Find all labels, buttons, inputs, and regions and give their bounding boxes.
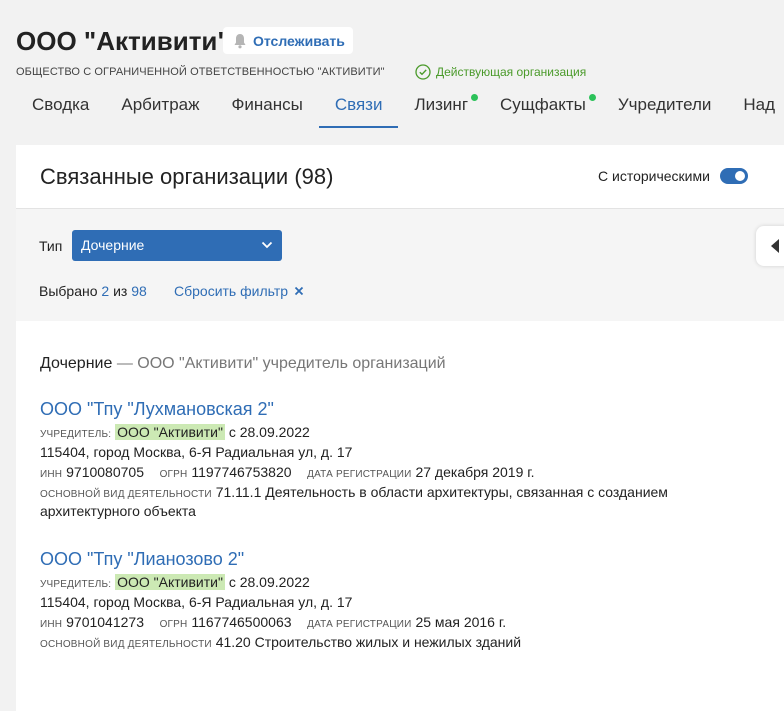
founder-since: с 28.09.2022 bbox=[228, 424, 310, 440]
reset-filter-label: Сбросить фильтр bbox=[174, 283, 289, 299]
activity-value: 41.20 Строительство жилых и нежилых здан… bbox=[215, 634, 522, 650]
selected-count: 2 bbox=[101, 283, 110, 299]
reg-date: 27 декабря 2019 г. bbox=[415, 464, 535, 480]
inn-value: 9710080705 bbox=[66, 464, 144, 480]
section-description: Дочерние — ООО "Активити" учредитель орг… bbox=[40, 355, 446, 373]
status-text: Действующая организация bbox=[436, 65, 587, 79]
activity-caption: основной вид деятельности bbox=[40, 639, 212, 650]
filter-bar: Тип Дочерние Выбрано 2 из 98 Сбросить фи… bbox=[16, 209, 784, 321]
activity-caption: основной вид деятельности bbox=[40, 489, 212, 500]
tab-connections[interactable]: Связи bbox=[318, 84, 399, 128]
bell-icon bbox=[234, 33, 246, 48]
type-select[interactable]: Дочерние bbox=[72, 230, 282, 261]
address: 115404, город Москва, 6-Я Радиальная ул,… bbox=[40, 594, 353, 610]
founder-caption: учредитель: bbox=[40, 579, 112, 590]
status-badge: Действующая организация bbox=[415, 64, 586, 80]
activity-line: основной вид деятельности 41.20 Строител… bbox=[40, 634, 740, 653]
ogrn-caption: огрн bbox=[159, 619, 188, 630]
address: 115404, город Москва, 6-Я Радиальная ул,… bbox=[40, 444, 353, 460]
new-indicator-dot bbox=[588, 94, 596, 101]
list-item: ООО "Тпу "Лухмановская 2" учредитель: ОО… bbox=[40, 399, 740, 520]
tab-summary[interactable]: Сводка bbox=[16, 84, 105, 128]
reg-date: 25 мая 2016 г. bbox=[415, 614, 507, 630]
page-title: ООО "Активити" bbox=[16, 26, 230, 56]
related-orgs-panel: Связанные организации (98) С исторически… bbox=[16, 145, 784, 711]
registry-line: инн 9710080705 огрн 1197746753820 дата р… bbox=[40, 464, 740, 480]
ogrn-value: 1167746500063 bbox=[191, 614, 292, 630]
historical-toggle-row: С историческими bbox=[598, 168, 748, 184]
company-full-name: ОБЩЕСТВО С ОГРАНИЧЕННОЙ ОТВЕТСТВЕННОСТЬЮ… bbox=[16, 66, 385, 78]
tab-arbitration[interactable]: Арбитраж bbox=[105, 84, 215, 128]
panel-header: Связанные организации (98) С исторически… bbox=[16, 145, 784, 209]
ogrn-value: 1197746753820 bbox=[191, 464, 292, 480]
activity-line: основной вид деятельности 71.11.1 Деятел… bbox=[40, 484, 740, 520]
panel-title: Связанные организации (98) bbox=[40, 164, 334, 189]
founder-line: учредитель: ООО "Активити" с 28.09.2022 bbox=[40, 574, 740, 590]
tab-leasing[interactable]: Лизинг bbox=[398, 84, 484, 128]
reg-caption: дата регистрации bbox=[307, 469, 412, 480]
type-select-value: Дочерние bbox=[81, 237, 145, 253]
founder-name: ООО "Активити" bbox=[115, 574, 225, 590]
tab-facts[interactable]: Сущфакты bbox=[484, 84, 602, 128]
selected-prefix: Выбрано bbox=[39, 283, 98, 299]
company-header: ООО "Активити" Отслеживать ОБЩЕСТВО С ОГ… bbox=[0, 0, 784, 130]
historical-toggle[interactable] bbox=[719, 168, 748, 184]
inn-caption: инн bbox=[40, 469, 63, 480]
founder-name: ООО "Активити" bbox=[115, 424, 225, 440]
inn-value: 9701041273 bbox=[66, 614, 144, 630]
org-name-link[interactable]: ООО "Тпу "Лианозово 2" bbox=[40, 549, 740, 570]
new-indicator-dot bbox=[471, 94, 479, 101]
tab-facts-label: Сущфакты bbox=[500, 95, 586, 114]
founder-caption: учредитель: bbox=[40, 429, 112, 440]
inn-caption: инн bbox=[40, 619, 63, 630]
section-name: Дочерние bbox=[40, 355, 113, 372]
org-name-link[interactable]: ООО "Тпу "Лухмановская 2" bbox=[40, 399, 740, 420]
close-icon bbox=[294, 286, 304, 296]
reg-caption: дата регистрации bbox=[307, 619, 412, 630]
follow-label: Отслеживать bbox=[253, 32, 345, 49]
tab-supervision[interactable]: Над bbox=[727, 84, 784, 128]
list-item: ООО "Тпу "Лианозово 2" учредитель: ООО "… bbox=[40, 549, 740, 653]
selection-summary: Выбрано 2 из 98 bbox=[39, 283, 147, 299]
section-tabs: Сводка Арбитраж Финансы Связи Лизинг Сущ… bbox=[16, 84, 784, 129]
tab-founders[interactable]: Учредители bbox=[602, 84, 728, 128]
chevron-down-icon bbox=[261, 241, 273, 249]
reset-filter-button[interactable]: Сбросить фильтр bbox=[174, 283, 304, 299]
follow-button[interactable]: Отслеживать bbox=[223, 27, 353, 54]
historical-label: С историческими bbox=[598, 168, 710, 184]
selected-total: 98 bbox=[131, 283, 147, 299]
ogrn-caption: огрн bbox=[159, 469, 188, 480]
section-desc-text: — ООО "Активити" учредитель организаций bbox=[116, 355, 446, 372]
tab-finance[interactable]: Финансы bbox=[215, 84, 318, 128]
check-circle-icon bbox=[415, 64, 431, 80]
collapse-panel-button[interactable] bbox=[756, 226, 784, 266]
founder-since: с 28.09.2022 bbox=[228, 574, 310, 590]
registry-line: инн 9701041273 огрн 1167746500063 дата р… bbox=[40, 614, 740, 630]
selected-of: из bbox=[113, 283, 128, 299]
type-label: Тип bbox=[39, 238, 63, 254]
tab-leasing-label: Лизинг bbox=[414, 95, 469, 114]
founder-line: учредитель: ООО "Активити" с 28.09.2022 bbox=[40, 424, 740, 440]
